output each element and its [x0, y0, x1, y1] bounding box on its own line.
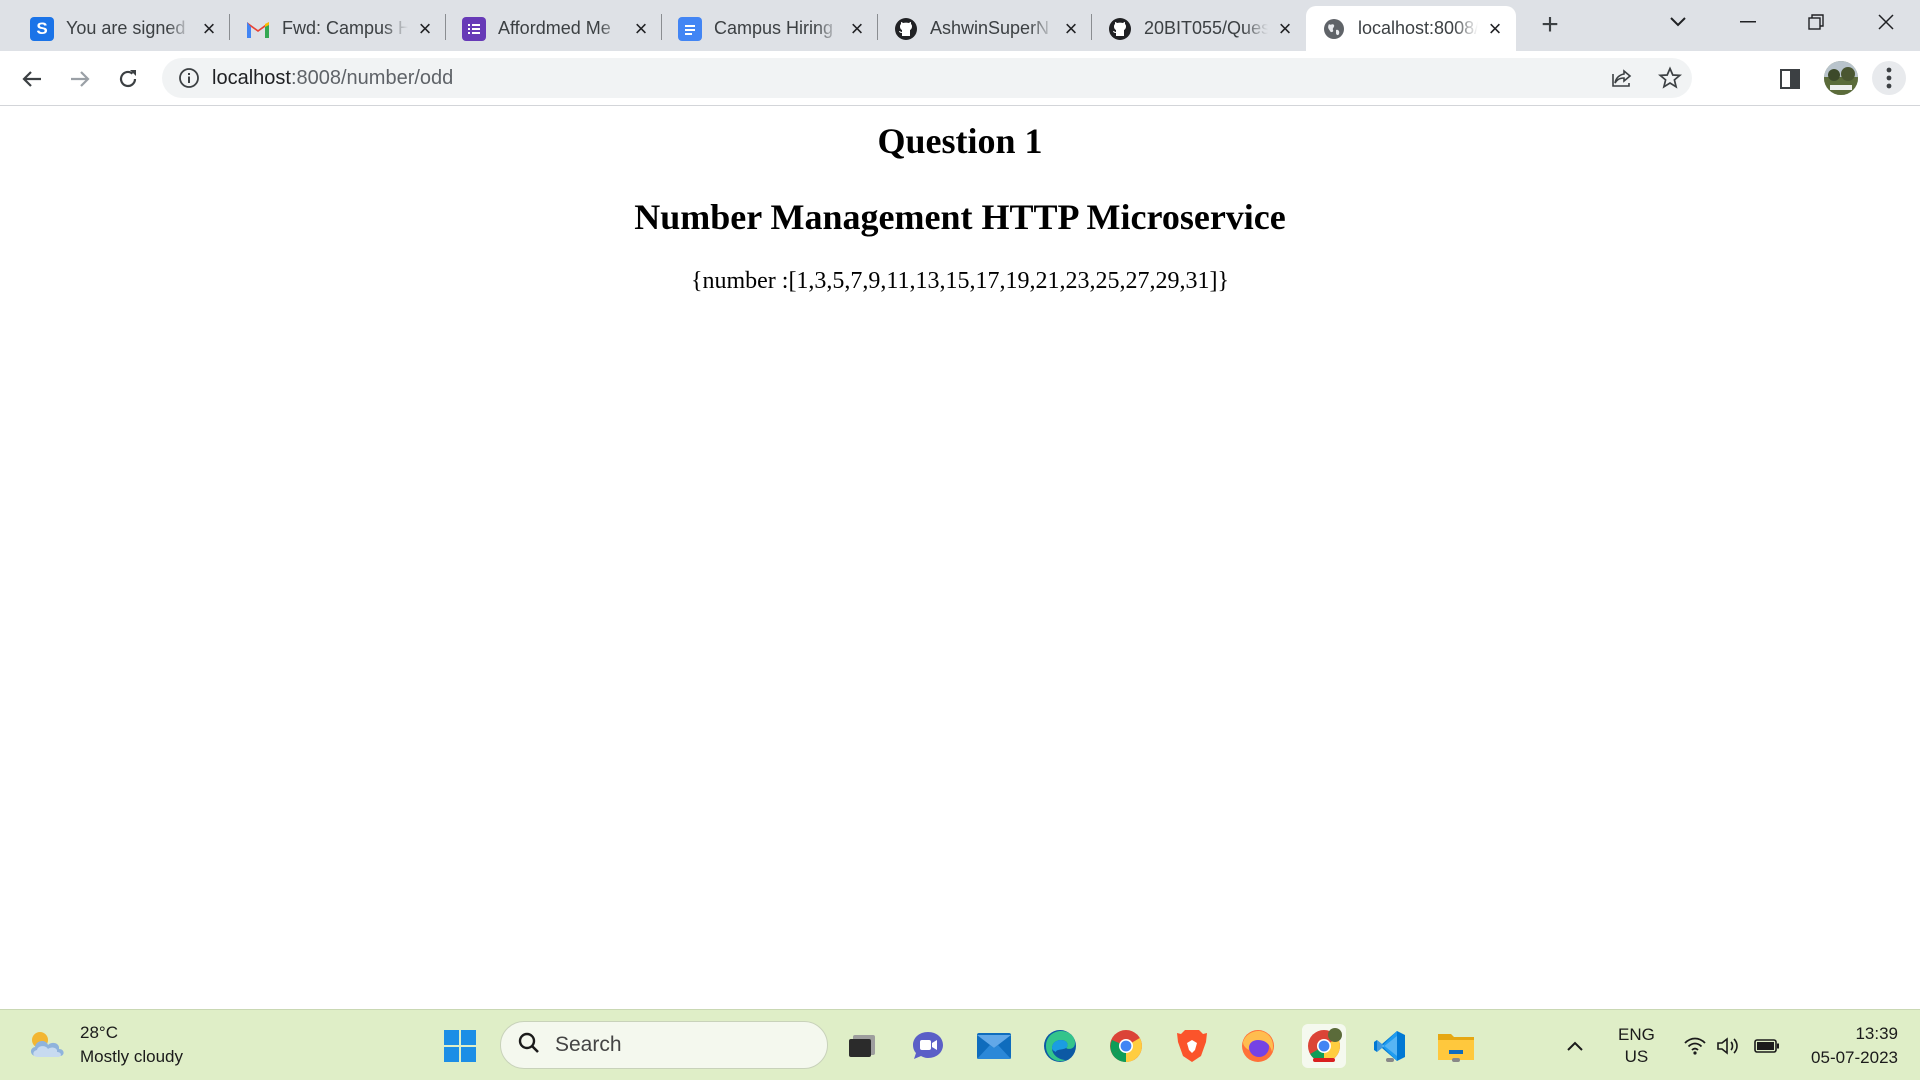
language-indicator[interactable]: ENG US [1618, 1010, 1655, 1081]
task-view-icon[interactable] [840, 1024, 884, 1068]
chrome-icon[interactable] [1104, 1024, 1148, 1068]
weather-condition: Mostly cloudy [80, 1047, 183, 1066]
tab-title: You are signed [66, 18, 186, 38]
brave-icon[interactable] [1170, 1024, 1214, 1068]
tray-overflow-chevron-icon[interactable] [1566, 1010, 1584, 1081]
json-response-text: {number :[1,3,5,7,9,11,13,15,17,19,21,23… [690, 268, 1230, 294]
page-heading: Question 1 [877, 121, 1043, 161]
search-icon [517, 1031, 541, 1060]
s-letter-icon: S [30, 16, 54, 41]
cloud-icon [26, 1026, 68, 1065]
wifi-icon[interactable] [1684, 1010, 1706, 1081]
url-host: localhost [212, 66, 291, 89]
file-explorer-icon[interactable] [1434, 1024, 1478, 1068]
side-panel-icon[interactable] [1776, 65, 1804, 93]
search-label: Search [555, 1033, 622, 1056]
clock-time: 13:39 [1855, 1024, 1898, 1043]
tab-github-ashwin[interactable]: AshwinSuperN × [878, 6, 1092, 51]
tab-affordmed[interactable]: Affordmed Me × [446, 6, 662, 51]
page-content: Question 1 Number Management HTTP Micros… [0, 106, 1920, 1009]
reload-button[interactable] [110, 61, 146, 97]
share-icon[interactable] [1610, 66, 1634, 90]
lang-line2: US [1624, 1046, 1649, 1066]
site-info-icon[interactable] [178, 67, 200, 89]
weather-widget[interactable]: 28°C Mostly cloudy [26, 1020, 183, 1070]
running-indicator [1452, 1058, 1460, 1062]
chrome-taskbar-active[interactable] [1302, 1024, 1346, 1068]
globe-icon [1322, 17, 1346, 41]
vscode-icon[interactable] [1368, 1024, 1412, 1068]
lang-line1: ENG [1618, 1024, 1655, 1044]
bookmark-star-icon[interactable] [1658, 66, 1682, 90]
close-icon[interactable]: × [1274, 17, 1296, 40]
mail-icon[interactable] [972, 1024, 1016, 1068]
weather-temp: 28°C [80, 1023, 118, 1042]
tab-title: Fwd: Campus H [282, 18, 408, 38]
close-icon[interactable]: × [846, 17, 868, 40]
tab-strip: S You are signed × Fwd: Campus H × Affor… [0, 0, 1920, 51]
close-icon[interactable]: × [414, 17, 436, 40]
github-icon [1108, 17, 1132, 41]
github-icon [894, 17, 918, 41]
clock-date: 05-07-2023 [1811, 1048, 1898, 1067]
taskbar-search[interactable]: Search [500, 1021, 828, 1069]
tab-github-20bit055[interactable]: 20BIT055/Ques × [1092, 6, 1306, 51]
page-subheading: Number Management HTTP Microservice [634, 197, 1286, 237]
menu-kebab-icon[interactable] [1872, 61, 1906, 95]
back-button[interactable] [14, 61, 50, 97]
tab-gmail[interactable]: Fwd: Campus H × [230, 6, 446, 51]
close-window-button[interactable] [1852, 4, 1920, 40]
close-icon[interactable]: × [1484, 17, 1506, 40]
tab-title: 20BIT055/Ques [1144, 18, 1268, 38]
tab-title: localhost:8008/ [1358, 18, 1478, 38]
teams-chat-icon[interactable] [906, 1024, 950, 1068]
address-bar[interactable]: localhost:8008/number/odd [162, 58, 1692, 98]
tab-title: Campus Hiring [714, 18, 834, 38]
tab-signed[interactable]: S You are signed × [14, 6, 230, 51]
restore-button[interactable] [1782, 4, 1850, 40]
forms-icon [462, 16, 486, 41]
edge-icon[interactable] [1038, 1024, 1082, 1068]
close-icon[interactable]: × [630, 17, 652, 40]
battery-icon[interactable] [1754, 1010, 1780, 1081]
start-button[interactable] [438, 1024, 482, 1068]
close-icon[interactable]: × [198, 17, 220, 40]
profile-avatar[interactable] [1824, 61, 1858, 95]
tab-search-chevron-icon[interactable] [1644, 4, 1712, 40]
tab-title: AshwinSuperN [930, 18, 1050, 38]
active-indicator [1313, 1058, 1335, 1062]
windows-taskbar: 28°C Mostly cloudy Search ENG US 13:39 0… [0, 1009, 1920, 1080]
forward-button[interactable] [62, 61, 98, 97]
url-text[interactable]: localhost:8008/number/odd [212, 67, 453, 90]
close-icon[interactable]: × [1060, 17, 1082, 40]
tab-campus-hiring[interactable]: Campus Hiring × [662, 6, 878, 51]
minimize-button[interactable] [1714, 4, 1782, 40]
gmail-icon [246, 17, 270, 41]
system-clock[interactable]: 13:39 05-07-2023 [1811, 1022, 1898, 1070]
docs-icon [678, 16, 702, 41]
new-tab-button[interactable]: + [1534, 10, 1566, 42]
firefox-icon[interactable] [1236, 1024, 1280, 1068]
tab-title: Affordmed Me [498, 18, 611, 38]
running-indicator [1386, 1058, 1394, 1062]
volume-icon[interactable] [1716, 1010, 1740, 1081]
browser-toolbar: localhost:8008/number/odd [0, 51, 1920, 106]
url-path: :8008/number/odd [290, 66, 454, 89]
tab-localhost[interactable]: localhost:8008/ × [1306, 6, 1516, 51]
